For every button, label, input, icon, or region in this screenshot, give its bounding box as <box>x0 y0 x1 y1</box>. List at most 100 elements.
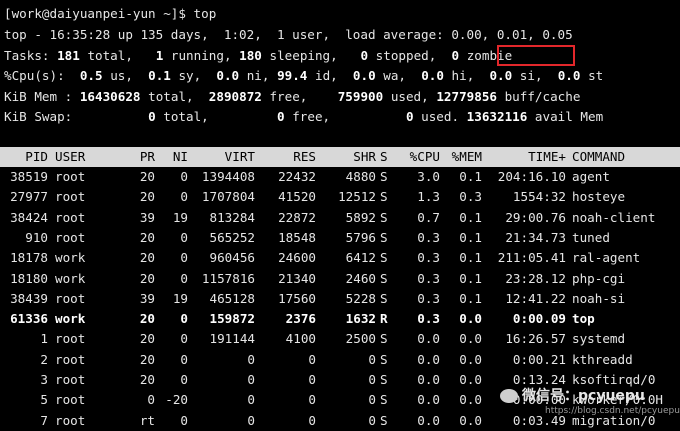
cell-ni: 0 <box>180 412 188 428</box>
cell-time: 23:28.12 <box>505 270 566 286</box>
cell-command: noah-client <box>572 209 656 225</box>
cell-res: 22432 <box>278 169 316 184</box>
shell-prompt: [work@daiyuanpei-yun ~]$ top <box>4 6 217 21</box>
cell-pr: 20 <box>139 372 155 387</box>
cell-mem: 0.1 <box>459 250 482 266</box>
cell-state: S <box>380 169 388 184</box>
cell-virt: 960456 <box>209 250 256 266</box>
wechat-icon <box>500 389 518 403</box>
table-row: 910 root 20 0 565252 18548 5796 S 0.3 0.1 21:34.73… <box>0 228 680 248</box>
tasks-total: 181 <box>57 48 80 63</box>
cell-time: 204:16.10 <box>497 169 566 184</box>
cell-mem: 0.0 <box>459 372 482 387</box>
cell-state: S <box>380 351 388 367</box>
cell-user: root <box>55 372 86 387</box>
cell-res: 21340 <box>278 270 316 286</box>
cell-cpu: 1.3 <box>417 189 440 205</box>
cell-command: ral-agent <box>572 250 641 266</box>
tasks-sleeping-label: sleeping, <box>269 48 338 63</box>
cell-virt: 813284 <box>209 209 256 225</box>
cell-pr: 0 <box>147 392 155 408</box>
cell-state: S <box>380 189 388 205</box>
column-header-res: RES <box>293 149 316 164</box>
mem-free-label: free, <box>269 89 308 104</box>
cell-command: php-cgi <box>572 270 626 286</box>
mem-used: 759900 <box>337 89 384 104</box>
cpu-us: 0.5 <box>79 68 103 83</box>
cell-user: root <box>55 290 86 306</box>
column-header-pid: PID <box>25 149 48 164</box>
cell-user: root <box>55 229 86 245</box>
cpu-ni-label: ni, <box>246 68 270 83</box>
cell-ni: 0 <box>180 229 188 245</box>
cell-ni: 0 <box>180 372 188 387</box>
table-row: 1 root 20 0 191144 4100 2500 S 0.0 0.0 16:26.57 sys… <box>0 329 680 349</box>
cpu-hi: 0.0 <box>421 68 444 83</box>
cell-virt: 1394408 <box>201 169 255 184</box>
column-header-command: COMMAND <box>572 149 626 164</box>
cell-res: 18548 <box>278 229 316 245</box>
cell-cpu: 0.3 <box>417 229 440 245</box>
cell-cpu: 0.0 <box>417 331 440 347</box>
cell-virt: 1157816 <box>201 270 255 286</box>
cell-cpu: 0.3 <box>417 270 440 286</box>
cell-state: S <box>380 290 388 306</box>
swap-total-label: total, <box>163 109 209 124</box>
column-header-virt: VIRT <box>224 149 255 164</box>
cell-res: 0 <box>308 392 316 408</box>
cell-state: S <box>380 331 388 347</box>
cell-pr: 20 <box>139 270 155 286</box>
cell-virt: 0 <box>247 372 255 387</box>
cell-shr: 5228 <box>345 290 376 306</box>
cpu-line: %Cpu(s): 0.5 us, 0.1 sy, 0.0 ni, 99.4 id… <box>4 66 603 86</box>
cell-ni: 19 <box>172 290 188 306</box>
cell-virt: 191144 <box>209 331 256 347</box>
cell-shr: 4880 <box>345 169 376 184</box>
cell-pid: 38424 <box>10 209 48 225</box>
cell-cpu: 3.0 <box>417 169 440 184</box>
cell-command: noah-si <box>572 290 626 306</box>
cell-shr: 0 <box>368 372 376 387</box>
table-row: 27977 root 20 0 1707804 41520 12512 S 1.3 0.3 1554… <box>0 187 680 207</box>
cell-pid: 18178 <box>10 250 48 266</box>
cpu-st-label: st <box>588 68 604 83</box>
cell-pid: 38439 <box>10 290 48 306</box>
cell-mem: 0.0 <box>459 392 482 408</box>
mem-buff-label: buff/cache <box>504 89 581 104</box>
cell-time: 0:00.09 <box>512 311 566 327</box>
cell-mem: 0.1 <box>459 169 482 184</box>
terminal-window[interactable]: [work@daiyuanpei-yun ~]$ top top - 16:35… <box>0 0 680 431</box>
cell-pid: 910 <box>25 229 48 245</box>
column-header-cpu: %CPU <box>409 149 440 164</box>
cell-shr: 2500 <box>345 331 376 347</box>
column-header-shr: SHR <box>353 149 376 164</box>
cpu-hi-label: hi, <box>451 68 475 83</box>
watermark-title: 微信号：pcyuepu <box>522 388 645 404</box>
column-header-user: USER <box>55 149 86 164</box>
cpu-st: 0.0 <box>557 68 581 83</box>
tasks-sleeping: 180 <box>239 48 262 63</box>
cell-cpu: 0.0 <box>417 412 440 428</box>
swap-avail-label: avail Mem <box>534 109 604 124</box>
cell-mem: 0.0 <box>459 311 482 327</box>
tasks-running-label: running, <box>170 48 232 63</box>
tasks-total-label: total, <box>87 48 133 63</box>
cell-pr: 20 <box>139 189 155 205</box>
swap-used: 0 <box>405 109 414 124</box>
swap-free: 0 <box>277 109 285 124</box>
cell-user: work <box>55 250 86 266</box>
zombie-highlight-box <box>497 45 575 66</box>
cell-virt: 565252 <box>209 229 256 245</box>
cpu-ni: 0.0 <box>216 68 240 83</box>
cell-cpu: 0.3 <box>417 290 440 306</box>
mem-total-label: total, <box>148 89 194 104</box>
cell-mem: 0.1 <box>459 270 482 286</box>
tasks-line: Tasks: 181 total, 1 running, 180 sleepin… <box>4 46 512 66</box>
cell-pid: 2 <box>40 351 48 367</box>
cell-shr: 12512 <box>338 189 376 205</box>
cell-pr: 20 <box>139 331 155 347</box>
cell-res: 22872 <box>278 209 316 225</box>
cell-virt: 0 <box>247 392 255 408</box>
cell-ni: 0 <box>180 331 188 347</box>
cell-command: top <box>572 311 595 327</box>
